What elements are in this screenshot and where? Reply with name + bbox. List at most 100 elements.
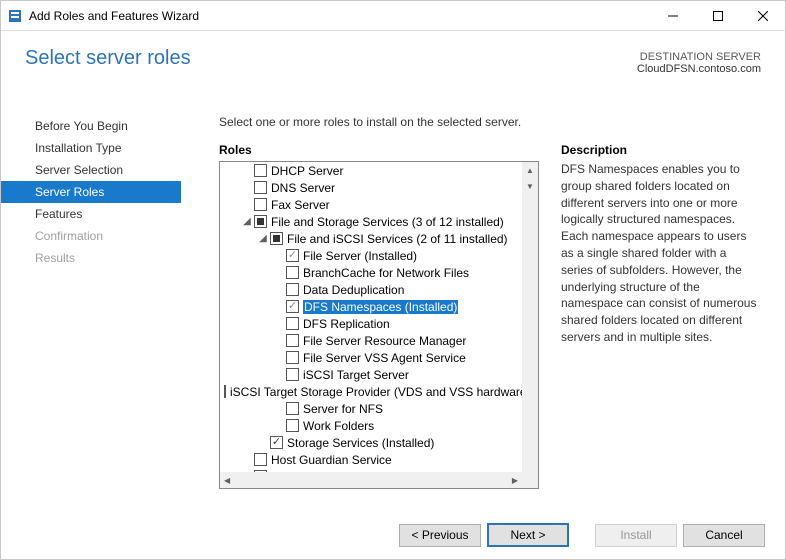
tree-row[interactable]: ◢ File and Storage Services (3 of 12 inst… <box>220 213 522 230</box>
checkbox[interactable] <box>224 385 226 398</box>
checkbox[interactable] <box>254 164 267 177</box>
wizard-window: Add Roles and Features Wizard Select ser… <box>0 0 786 560</box>
tree-row[interactable]: File Server VSS Agent Service <box>220 349 522 366</box>
roles-column: Roles DHCP ServerDNS ServerFax Server◢Fi… <box>219 143 539 511</box>
tree-node-label[interactable]: File Server (Installed) <box>303 249 417 263</box>
tree-node-label[interactable]: File Server VSS Agent Service <box>303 351 466 365</box>
tree-node-label[interactable]: Fax Server <box>271 198 330 212</box>
scroll-right-icon[interactable]: ▶ <box>512 476 518 485</box>
destination-label: DESTINATION SERVER <box>637 51 761 63</box>
destination-server: CloudDFSN.contoso.com <box>637 63 761 75</box>
checkbox[interactable] <box>254 215 267 228</box>
install-button: Install <box>595 524 677 547</box>
nav-before-you-begin[interactable]: Before You Begin <box>1 115 181 137</box>
checkbox[interactable] <box>286 402 299 415</box>
tree-node-label[interactable]: Data Deduplication <box>303 283 404 297</box>
scroll-up-icon[interactable]: ▲ <box>522 162 538 178</box>
tree-row[interactable]: DFS Namespaces (Installed) <box>220 298 522 315</box>
tree-row[interactable]: DHCP Server <box>220 162 522 179</box>
header-zone: Select server roles DESTINATION SERVER C… <box>1 31 785 103</box>
window-controls <box>650 1 785 30</box>
checkbox[interactable] <box>286 317 299 330</box>
window-title: Add Roles and Features Wizard <box>29 9 650 23</box>
app-icon <box>7 8 23 24</box>
tree-row[interactable]: DNS Server <box>220 179 522 196</box>
instruction-text: Select one or more roles to install on t… <box>219 115 761 129</box>
tree-node-label[interactable]: Work Folders <box>303 419 374 433</box>
tree-node-label[interactable]: DNS Server <box>271 181 335 195</box>
tree-row[interactable]: DFS Replication <box>220 315 522 332</box>
tree-row[interactable]: Work Folders <box>220 417 522 434</box>
content-zone: Select one or more roles to install on t… <box>181 103 785 511</box>
tree-node-label[interactable]: Server for NFS <box>303 402 383 416</box>
tree-node-label[interactable]: File and iSCSI Services (2 of 11 install… <box>287 232 508 246</box>
footer-bar: < Previous Next > Install Cancel <box>1 511 785 559</box>
checkbox[interactable] <box>254 453 267 466</box>
description-column: Description DFS Namespaces enables you t… <box>561 143 761 511</box>
nav-server-selection[interactable]: Server Selection <box>1 159 181 181</box>
tree-node-label[interactable]: iSCSI Target Server <box>303 368 409 382</box>
roles-tree-box: DHCP ServerDNS ServerFax Server◢File and… <box>219 161 539 489</box>
tree-row[interactable]: File Server (Installed) <box>220 247 522 264</box>
cancel-button[interactable]: Cancel <box>683 524 765 547</box>
tree-row[interactable]: Server for NFS <box>220 400 522 417</box>
tree-node-label[interactable]: BranchCache for Network Files <box>303 266 469 280</box>
tree-row[interactable]: File Server Resource Manager <box>220 332 522 349</box>
nav-features[interactable]: Features <box>1 203 181 225</box>
checkbox[interactable] <box>286 266 299 279</box>
tree-node-label[interactable]: File Server Resource Manager <box>303 334 466 348</box>
nav-installation-type[interactable]: Installation Type <box>1 137 181 159</box>
scroll-left-icon[interactable]: ◀ <box>224 476 230 485</box>
close-button[interactable] <box>740 1 785 30</box>
tree-row[interactable]: Storage Services (Installed) <box>220 434 522 451</box>
tree-row[interactable]: Fax Server <box>220 196 522 213</box>
vertical-scrollbar[interactable]: ▲ ▼ <box>522 162 538 472</box>
content-columns: Roles DHCP ServerDNS ServerFax Server◢Fi… <box>219 143 761 511</box>
main-area: Before You Begin Installation Type Serve… <box>1 103 785 511</box>
scroll-corner <box>522 472 538 488</box>
tree-node-label[interactable]: iSCSI Target Storage Provider (VDS and V… <box>230 385 522 399</box>
checkbox[interactable] <box>286 249 299 262</box>
tree-row[interactable]: Host Guardian Service <box>220 451 522 468</box>
roles-label: Roles <box>219 143 539 157</box>
scroll-down-icon[interactable]: ▼ <box>522 178 538 194</box>
checkbox[interactable] <box>286 419 299 432</box>
checkbox[interactable] <box>286 368 299 381</box>
checkbox[interactable] <box>286 334 299 347</box>
horizontal-scrollbar[interactable]: ◀ ▶ <box>220 472 522 488</box>
description-text: DFS Namespaces enables you to group shar… <box>561 161 761 346</box>
expander-icon[interactable]: ◢ <box>256 233 270 244</box>
title-bar: Add Roles and Features Wizard <box>1 1 785 31</box>
tree-row[interactable]: iSCSI Target Storage Provider (VDS and V… <box>220 383 522 400</box>
tree-node-label[interactable]: Storage Services (Installed) <box>287 436 434 450</box>
nav-results: Results <box>1 247 181 269</box>
checkbox[interactable] <box>286 351 299 364</box>
tree-node-label[interactable]: DFS Namespaces (Installed) <box>303 300 458 314</box>
nav-server-roles[interactable]: Server Roles <box>1 181 181 203</box>
next-button[interactable]: Next > <box>487 523 569 547</box>
tree-row[interactable]: BranchCache for Network Files <box>220 264 522 281</box>
tree-node-label[interactable]: Host Guardian Service <box>271 453 392 467</box>
destination-block: DESTINATION SERVER CloudDFSN.contoso.com <box>637 47 761 75</box>
tree-row[interactable]: ◢ File and iSCSI Services (2 of 11 instal… <box>220 230 522 247</box>
roles-tree[interactable]: DHCP ServerDNS ServerFax Server◢File and… <box>220 162 522 472</box>
checkbox[interactable] <box>270 232 283 245</box>
tree-row[interactable]: iSCSI Target Server <box>220 366 522 383</box>
previous-button[interactable]: < Previous <box>399 524 481 547</box>
description-label: Description <box>561 143 761 157</box>
page-title: Select server roles <box>25 47 191 70</box>
wizard-nav: Before You Begin Installation Type Serve… <box>1 103 181 511</box>
tree-node-label[interactable]: DFS Replication <box>303 317 390 331</box>
checkbox[interactable] <box>270 436 283 449</box>
checkbox[interactable] <box>254 198 267 211</box>
tree-node-label[interactable]: File and Storage Services (3 of 12 insta… <box>271 215 504 229</box>
maximize-button[interactable] <box>695 1 740 30</box>
checkbox[interactable] <box>286 300 299 313</box>
nav-confirmation: Confirmation <box>1 225 181 247</box>
expander-icon[interactable]: ◢ <box>240 216 254 227</box>
tree-row[interactable]: Data Deduplication <box>220 281 522 298</box>
tree-node-label[interactable]: DHCP Server <box>271 164 343 178</box>
minimize-button[interactable] <box>650 1 695 30</box>
checkbox[interactable] <box>254 181 267 194</box>
checkbox[interactable] <box>286 283 299 296</box>
